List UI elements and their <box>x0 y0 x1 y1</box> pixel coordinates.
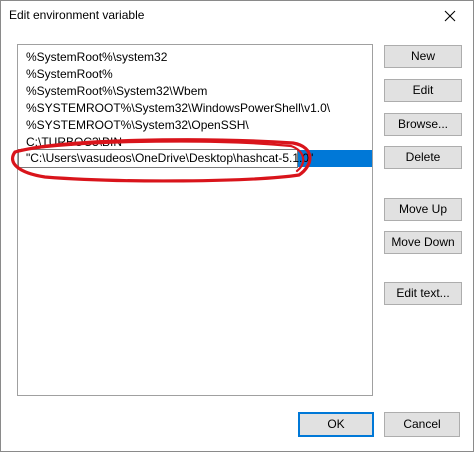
cancel-button[interactable]: Cancel <box>384 412 460 437</box>
move-down-button[interactable]: Move Down <box>384 231 462 254</box>
browse-button[interactable]: Browse... <box>384 113 462 136</box>
list-item[interactable]: %SYSTEMROOT%\System32\WindowsPowerShell\… <box>18 100 372 117</box>
path-list[interactable]: %SystemRoot%\system32 %SystemRoot% %Syst… <box>17 44 373 396</box>
list-item[interactable]: %SystemRoot%\System32\Wbem <box>18 83 372 100</box>
list-item-edit-field[interactable]: "C:\Users\vasudeos\OneDrive\Desktop\hash… <box>18 149 313 168</box>
new-button[interactable]: New <box>384 45 462 68</box>
list-item[interactable]: %SystemRoot% <box>18 66 372 83</box>
edit-button[interactable]: Edit <box>384 79 462 102</box>
list-item[interactable]: %SystemRoot%\system32 <box>18 49 372 66</box>
delete-button[interactable]: Delete <box>384 146 462 169</box>
window-title: Edit environment variable <box>9 8 145 22</box>
title-bar: Edit environment variable <box>1 1 473 31</box>
move-up-button[interactable]: Move Up <box>384 198 462 221</box>
close-button[interactable] <box>427 1 473 31</box>
edit-environment-variable-dialog: Edit environment variable %SystemRoot%\s… <box>0 0 474 452</box>
ok-button[interactable]: OK <box>298 412 374 437</box>
list-item[interactable]: %SYSTEMROOT%\System32\OpenSSH\ <box>18 117 372 134</box>
edit-text-button[interactable]: Edit text... <box>384 282 462 305</box>
close-icon <box>444 10 456 22</box>
